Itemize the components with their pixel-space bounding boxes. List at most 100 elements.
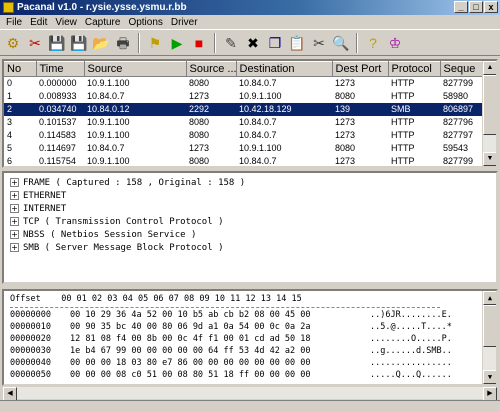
tree-node[interactable]: + TCP ( Transmission Control Protocol ) <box>10 215 490 228</box>
stop-capture-icon[interactable]: ■ <box>189 33 209 53</box>
tree-node[interactable]: + INTERNET <box>10 202 490 215</box>
tree-node-label: INTERNET <box>23 203 67 214</box>
toolbar-separator <box>214 32 216 53</box>
copy-icon[interactable]: ❐ <box>265 33 285 53</box>
open-file-icon[interactable]: 📂 <box>91 33 111 53</box>
find-icon[interactable]: 🔍 <box>331 33 351 53</box>
horizontal-scrollbar[interactable]: ◀ ▶ <box>2 386 498 401</box>
expand-icon[interactable]: + <box>10 217 19 226</box>
packet-cell: 10.84.0.7 <box>239 156 277 166</box>
packet-cell: 8080 <box>189 117 210 127</box>
menu-driver[interactable]: Driver <box>167 17 202 28</box>
maximize-button[interactable]: □ <box>469 1 483 13</box>
packet-cell: 10.84.0.7 <box>239 130 277 140</box>
scroll-thumb[interactable] <box>483 75 496 135</box>
minimize-button[interactable]: _ <box>454 1 468 13</box>
packet-row[interactable]: 0 0.000000 10.9.1.100 8080 10.84.0.7 1273 HTTP… <box>4 77 494 90</box>
packet-cell: 10.9.1.100 <box>87 156 130 166</box>
packet-cell: HTTP <box>391 78 415 89</box>
start-capture-icon[interactable]: ▶ <box>167 33 187 53</box>
close-button[interactable]: x <box>484 1 498 13</box>
packet-cell: 10.9.1.100 <box>87 130 130 140</box>
menu-options[interactable]: Options <box>124 17 166 28</box>
hex-bytes: 00 10 29 36 4a 52 00 10 b5 ab cb b2 08 0… <box>70 310 311 320</box>
column-header[interactable]: No <box>4 61 37 77</box>
packet-cell: 139 <box>332 102 388 116</box>
packet-cell: 2292 <box>186 102 236 116</box>
close-icon[interactable]: ✖ <box>243 33 263 53</box>
menu-file[interactable]: File <box>2 17 26 28</box>
print-icon[interactable]: 🖶 <box>113 33 133 53</box>
packet-list-scrollbar[interactable]: ▲ ▼ <box>482 61 496 166</box>
help-icon[interactable]: ? <box>363 33 383 53</box>
expand-icon[interactable]: + <box>10 204 19 213</box>
column-header[interactable]: Time <box>36 61 85 77</box>
column-header[interactable]: Protocol <box>388 61 441 77</box>
about-icon[interactable]: ♔ <box>385 33 405 53</box>
hex-scroll-thumb[interactable] <box>483 305 496 347</box>
packet-cell: 10.9.1.100 <box>239 143 282 153</box>
menu-bar: File Edit View Capture Options Driver <box>0 15 500 29</box>
packet-row[interactable]: 2 0.034740 10.84.0.12 2292 10.42.18.129 139 SM… <box>4 102 494 116</box>
edit-icon[interactable]: ✎ <box>221 33 241 53</box>
title-bar: Pacanal v1.0 - r.ysie.ysse.ysmu.r.bb _ □… <box>0 0 500 15</box>
packet-row[interactable]: 5 0.114697 10.84.0.7 1273 10.9.1.100 8080 HTTP… <box>4 142 494 155</box>
packet-cell: 0 <box>7 78 13 89</box>
hex-scroll-down-button[interactable]: ▼ <box>483 370 496 384</box>
paste-icon[interactable]: 📋 <box>287 33 307 53</box>
tree-node-label: ETHERNET <box>23 190 67 201</box>
packet-cell: 1273 <box>335 156 356 166</box>
expand-icon[interactable]: + <box>10 191 19 200</box>
column-header[interactable]: Dest Port <box>332 61 389 77</box>
packet-cell: HTTP <box>391 117 415 127</box>
menu-view[interactable]: View <box>51 17 81 28</box>
packet-row[interactable]: 3 0.101537 10.9.1.100 8080 10.84.0.7 1273 HTTP… <box>4 116 494 129</box>
save-icon[interactable]: 💾 <box>47 33 67 53</box>
packet-cell: 5 <box>7 143 13 153</box>
save-as-icon[interactable]: 💾 <box>69 33 89 53</box>
protocol-tree: + FRAME ( Captured : 158 , Original : 158… <box>2 171 498 284</box>
packet-cell: 1273 <box>335 117 356 127</box>
scroll-right-button[interactable]: ▶ <box>483 387 497 401</box>
packet-cell: 10.84.0.7 <box>239 78 277 89</box>
packet-cell: HTTP <box>391 130 415 140</box>
scroll-up-button[interactable]: ▲ <box>483 61 496 75</box>
tree-node-label: NBSS ( Netbios Session Service ) <box>23 229 197 240</box>
hex-bytes: 00 90 35 bc 40 00 80 06 9d a1 0a 54 00 0… <box>70 322 311 332</box>
expand-icon[interactable]: + <box>10 230 19 239</box>
delete-icon[interactable]: ✂ <box>25 33 45 53</box>
packet-cell: HTTP <box>391 91 415 101</box>
tree-node[interactable]: + SMB ( Server Message Block Protocol ) <box>10 241 490 254</box>
hex-ascii: ........O.....P. <box>370 334 452 344</box>
column-header[interactable]: Source ... <box>186 61 237 77</box>
tree-node[interactable]: + FRAME ( Captured : 158 , Original : 158… <box>10 176 490 189</box>
hex-offset: 00000030 <box>10 346 51 356</box>
hex-scrollbar[interactable]: ▲ ▼ <box>482 291 496 384</box>
hex-bytes: 1e b4 67 99 00 00 00 00 00 64 ff 53 4d 4… <box>70 346 311 356</box>
packet-cell: 1273 <box>335 78 356 89</box>
packet-cell: 0.008933 <box>39 91 77 101</box>
tree-node[interactable]: + ETHERNET <box>10 189 490 202</box>
packet-cell: 4 <box>7 130 13 140</box>
open-adapter-icon[interactable]: ⚙ <box>3 33 23 53</box>
packet-cell: HTTP <box>391 156 415 166</box>
expand-icon[interactable]: + <box>10 243 19 252</box>
packet-cell: 0.115754 <box>39 156 76 166</box>
scroll-left-button[interactable]: ◀ <box>3 387 17 401</box>
scroll-down-button[interactable]: ▼ <box>483 152 496 166</box>
tree-node[interactable]: + NBSS ( Netbios Session Service ) <box>10 228 490 241</box>
column-header[interactable]: Destination <box>236 61 333 77</box>
column-header[interactable]: Source <box>84 61 187 77</box>
hex-divider <box>10 307 440 308</box>
packet-list[interactable]: No Time Source Source ... Destination Dest Po… <box>2 59 498 168</box>
cut-icon[interactable]: ✂ <box>309 33 329 53</box>
packet-row[interactable]: 1 0.008933 10.84.0.7 1273 10.9.1.100 8080 HTTP… <box>4 90 494 103</box>
menu-capture[interactable]: Capture <box>81 17 125 28</box>
filter-icon[interactable]: ⚑ <box>145 33 165 53</box>
hex-scroll-up-button[interactable]: ▲ <box>483 291 496 305</box>
expand-icon[interactable]: + <box>10 178 19 187</box>
packet-row[interactable]: 4 0.114583 10.9.1.100 8080 10.84.0.7 1273 HTTP… <box>4 129 494 142</box>
menu-edit[interactable]: Edit <box>26 17 51 28</box>
packet-row[interactable]: 6 0.115754 10.9.1.100 8080 10.84.0.7 1273 HTTP… <box>4 155 494 166</box>
packet-cell: 0.101537 <box>39 117 77 127</box>
